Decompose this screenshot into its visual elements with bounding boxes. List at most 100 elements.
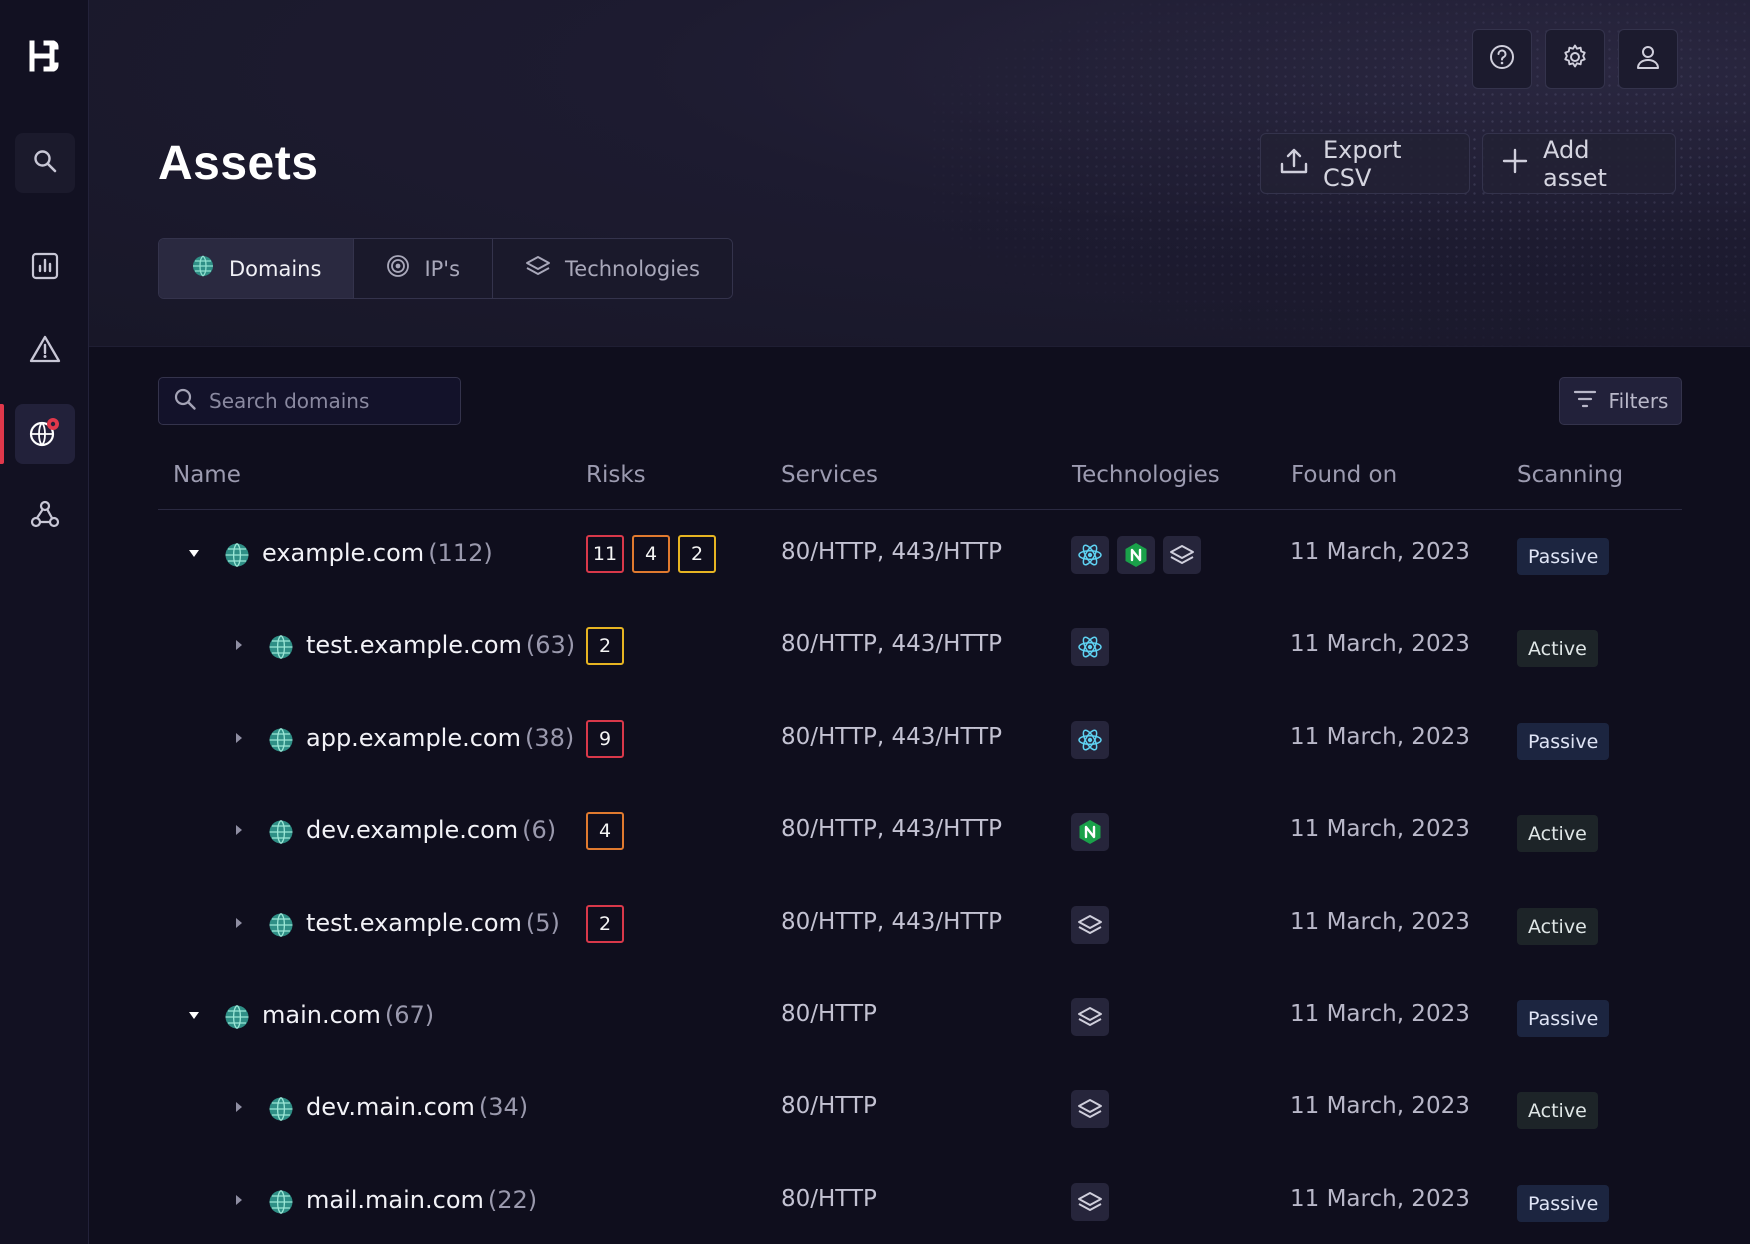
- column-header-found-on[interactable]: Found on: [1291, 462, 1397, 488]
- risk-badge[interactable]: 4: [586, 812, 624, 850]
- search-input[interactable]: [209, 389, 449, 413]
- sidebar-item-analytics[interactable]: [15, 238, 75, 298]
- risk-badge[interactable]: 11: [586, 535, 624, 573]
- nginx-icon[interactable]: [1071, 813, 1109, 851]
- search-box: [158, 377, 461, 425]
- found-on-date: 11 March, 2023: [1290, 1093, 1470, 1119]
- layers-icon: [525, 254, 551, 283]
- found-on-date: 11 March, 2023: [1290, 724, 1470, 750]
- risk-badge[interactable]: 4: [632, 535, 670, 573]
- services-text: 80/HTTP, 443/HTTP: [781, 631, 1003, 657]
- add-asset-button[interactable]: Add asset: [1482, 133, 1676, 194]
- globe-icon: [268, 727, 294, 753]
- sidebar-item-search[interactable]: [15, 133, 75, 193]
- sidebar: [0, 0, 89, 1244]
- webhook-icon: [29, 498, 61, 534]
- layers-icon[interactable]: [1071, 1090, 1109, 1128]
- scanning-status-badge: Active: [1517, 815, 1598, 852]
- globe-icon: [224, 542, 250, 568]
- react-icon[interactable]: [1071, 536, 1109, 574]
- column-header-risks[interactable]: Risks: [586, 462, 646, 488]
- table-row[interactable]: test.example.com (5) 2 80/HTTP, 443/HTTP 11 …: [158, 880, 1682, 972]
- settings-button[interactable]: [1545, 29, 1605, 89]
- app-logo[interactable]: [24, 36, 64, 76]
- column-header-services[interactable]: Services: [781, 462, 878, 488]
- domain-name[interactable]: example.com (112): [262, 539, 493, 567]
- risk-counts: 11 4 2: [586, 535, 716, 573]
- found-on-date: 11 March, 2023: [1290, 539, 1470, 565]
- globe-icon: [268, 634, 294, 660]
- tab-domains[interactable]: Domains: [159, 239, 355, 298]
- caret-down-icon[interactable]: [187, 1008, 201, 1022]
- sidebar-item-assets[interactable]: [15, 404, 75, 464]
- caret-right-icon[interactable]: [231, 731, 245, 745]
- caret-right-icon[interactable]: [231, 916, 245, 930]
- caret-right-icon[interactable]: [231, 1193, 245, 1207]
- table-row[interactable]: mail.main.com (22) 80/HTTP 11 March, 2023 Pa…: [158, 1157, 1682, 1244]
- table-row[interactable]: app.example.com (38) 9 80/HTTP, 443/HTTP 11 …: [158, 695, 1682, 787]
- user-button[interactable]: [1618, 29, 1678, 89]
- table-row[interactable]: dev.example.com (6) 4 80/HTTP, 443/HTTP 11 M…: [158, 787, 1682, 879]
- table-row[interactable]: main.com (67) 80/HTTP 11 March, 2023 Passive: [158, 972, 1682, 1064]
- export-csv-label: Export CSV: [1323, 135, 1402, 192]
- help-button[interactable]: [1472, 29, 1532, 89]
- filters-button[interactable]: Filters: [1559, 377, 1682, 425]
- domain-name[interactable]: app.example.com (38): [306, 724, 574, 752]
- table-row[interactable]: test.example.com (63) 2 80/HTTP, 443/HTTP 11…: [158, 602, 1682, 694]
- sidebar-item-integrations[interactable]: [15, 486, 75, 546]
- upload-icon: [1279, 146, 1309, 182]
- table-row[interactable]: example.com (112) 11 4 2 80/HTTP, 443/HTTP 11 …: [158, 510, 1682, 602]
- column-header-technologies[interactable]: Technologies: [1072, 462, 1220, 488]
- tab-technologies[interactable]: Technologies: [493, 239, 732, 298]
- services-text: 80/HTTP, 443/HTTP: [781, 539, 1003, 565]
- react-icon[interactable]: [1071, 628, 1109, 666]
- scanning-status-badge: Passive: [1517, 538, 1610, 575]
- risk-badge[interactable]: 2: [586, 627, 624, 665]
- layers-icon[interactable]: [1071, 1183, 1109, 1221]
- risk-counts: 2: [586, 627, 624, 665]
- found-on-date: 11 March, 2023: [1290, 1186, 1470, 1212]
- globe-icon: [268, 819, 294, 845]
- nginx-icon[interactable]: [1117, 536, 1155, 574]
- found-on-date: 11 March, 2023: [1290, 909, 1470, 935]
- domain-name[interactable]: dev.example.com (6): [306, 816, 556, 844]
- technology-icons: [1071, 998, 1109, 1036]
- tab-label: Domains: [229, 256, 322, 281]
- risk-badge[interactable]: 9: [586, 720, 624, 758]
- services-text: 80/HTTP: [781, 1093, 877, 1119]
- target-icon: [386, 254, 410, 283]
- domain-name-text: test.example.com: [306, 909, 522, 937]
- domain-name[interactable]: mail.main.com (22): [306, 1186, 537, 1214]
- caret-right-icon[interactable]: [231, 1100, 245, 1114]
- globe-icon: [268, 912, 294, 938]
- domain-name[interactable]: main.com (67): [262, 1001, 434, 1029]
- risk-badge[interactable]: 2: [586, 905, 624, 943]
- technology-icons: [1071, 1090, 1109, 1128]
- domain-name[interactable]: test.example.com (5): [306, 909, 560, 937]
- subdomain-count: (22): [487, 1186, 538, 1214]
- caret-down-icon[interactable]: [187, 546, 201, 560]
- help-icon: [1488, 43, 1516, 75]
- risk-counts: 9: [586, 720, 624, 758]
- table-row[interactable]: dev.main.com (34) 80/HTTP 11 March, 2023 Act…: [158, 1064, 1682, 1156]
- export-csv-button[interactable]: Export CSV: [1260, 133, 1470, 194]
- domain-name-text: app.example.com: [306, 724, 521, 752]
- technology-icons: [1071, 906, 1109, 944]
- domain-name[interactable]: dev.main.com (34): [306, 1093, 528, 1121]
- caret-right-icon[interactable]: [231, 823, 245, 837]
- caret-right-icon[interactable]: [231, 638, 245, 652]
- layers-icon[interactable]: [1071, 998, 1109, 1036]
- plus-icon: [1501, 147, 1529, 181]
- column-header-name[interactable]: Name: [173, 462, 241, 488]
- subdomain-count: (6): [522, 816, 557, 844]
- found-on-date: 11 March, 2023: [1290, 631, 1470, 657]
- column-header-scanning[interactable]: Scanning: [1517, 462, 1623, 488]
- layers-icon[interactable]: [1071, 906, 1109, 944]
- layers-icon[interactable]: [1163, 536, 1201, 574]
- technology-icons: [1071, 1183, 1109, 1221]
- sidebar-item-risks[interactable]: [15, 321, 75, 381]
- risk-badge[interactable]: 2: [678, 535, 716, 573]
- domain-name[interactable]: test.example.com (63): [306, 631, 575, 659]
- tab-ips[interactable]: IP's: [354, 239, 494, 298]
- react-icon[interactable]: [1071, 721, 1109, 759]
